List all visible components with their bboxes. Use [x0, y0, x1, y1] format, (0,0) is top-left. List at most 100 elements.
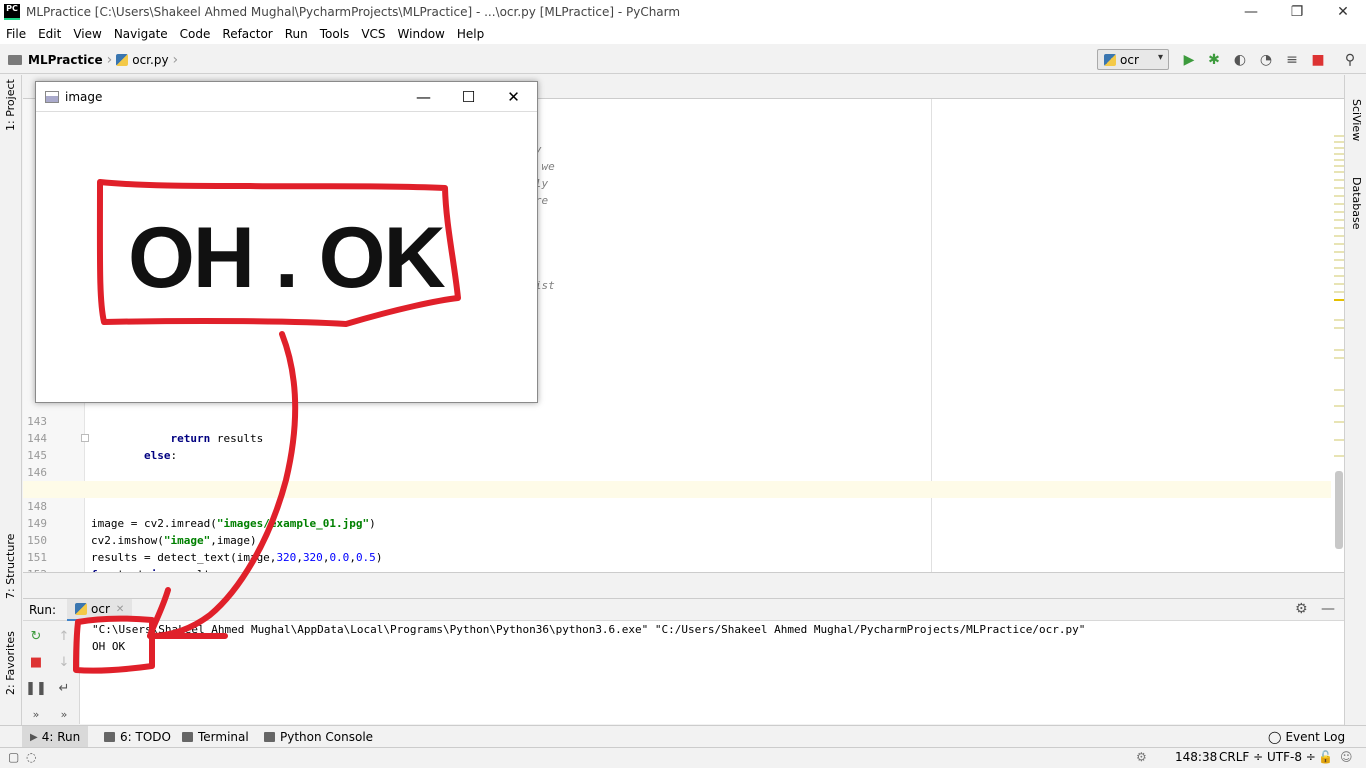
python-console-icon [264, 732, 275, 742]
more-icon[interactable]: » [55, 705, 73, 723]
menu-refactor[interactable]: Refactor [216, 27, 278, 41]
python-file-icon [1104, 53, 1116, 66]
settings-icon[interactable]: ⚙ [1136, 750, 1147, 764]
inspector-icon[interactable]: ☺ [1340, 750, 1353, 764]
search-icon[interactable]: ⚲ [1340, 50, 1360, 70]
close-tab-icon[interactable]: ✕ [116, 604, 124, 615]
favorites-tool-tab[interactable]: 2: Favorites [4, 631, 17, 695]
python-file-icon [75, 603, 87, 615]
run-panel-header: Run: ocr ✕ ⚙ — [23, 598, 1344, 621]
menu-edit[interactable]: Edit [32, 27, 67, 41]
breadcrumb-file[interactable]: ocr.py [132, 53, 168, 67]
chevron-right-icon: › [106, 51, 113, 68]
debug-icon[interactable]: ✱ [1204, 50, 1224, 70]
rerun-icon[interactable]: ↻ [27, 627, 45, 645]
status-bar: ▢ ◌ ⚙ 148:38 CRLF ÷ UTF-8 ÷ 🔓 ☺ [0, 747, 1366, 768]
code-line: 152 print(text) [23, 549, 1331, 572]
console-output-line: OH OK [92, 640, 126, 653]
run-configuration-value: ocr [1120, 52, 1139, 67]
image-window-title: image [65, 89, 103, 104]
code-line-current: 148 image = cv2.imread("images/example_0… [23, 481, 1331, 530]
run-panel-toolbar: ↻ ↑ ■ ↓ ❚❚ ↵ » » [23, 621, 80, 724]
menu-file[interactable]: File [0, 27, 32, 41]
menu-bar: File Edit View Navigate Code Refactor Ru… [0, 24, 1366, 44]
structure-tool-tab[interactable]: 7: Structure [4, 534, 17, 599]
refresh-icon: ◌ [26, 750, 37, 764]
menu-tools[interactable]: Tools [314, 27, 356, 41]
code-line: 150 results = detect_text(image,320,320,… [27, 534, 383, 564]
code-line: 144 else: [27, 432, 178, 462]
line-separator[interactable]: CRLF ÷ [1219, 750, 1263, 764]
tab-event-log[interactable]: ◯ Event Log [1268, 726, 1345, 748]
profile-icon[interactable]: ◔ [1256, 50, 1276, 70]
sciview-tool-tab[interactable]: SciView [1350, 99, 1363, 141]
image-close-button[interactable]: ✕ [491, 82, 536, 112]
menu-navigate[interactable]: Navigate [108, 27, 174, 41]
code-line: 145 return 0 [23, 430, 1331, 496]
menu-window[interactable]: Window [392, 27, 451, 41]
restore-button[interactable]: ❐ [1274, 0, 1320, 24]
breadcrumb-project[interactable]: MLPractice [28, 53, 103, 67]
layout-icon[interactable]: ▢ [8, 750, 19, 764]
database-tool-tab[interactable]: Database [1350, 177, 1363, 230]
pause-icon[interactable]: ❚❚ [25, 679, 47, 697]
gear-icon[interactable]: ⚙ [1295, 601, 1308, 617]
navigation-bar: MLPractice › ocr.py › ocr ▾ ▶ ✱ ◐ ◔ ≡ ■ … [0, 46, 1366, 74]
run-console[interactable]: "C:\Users\Shakeel Ahmed Mughal\AppData\L… [80, 621, 1344, 724]
menu-view[interactable]: View [67, 27, 107, 41]
stop-icon[interactable]: ■ [27, 653, 45, 671]
bottom-tool-tabs: ▶ 4: Run 6: TODO Terminal Python Console… [0, 725, 1366, 748]
run-tab-label: ocr [91, 602, 110, 616]
run-tab-ocr[interactable]: ocr ✕ [67, 599, 133, 621]
menu-vcs[interactable]: VCS [355, 27, 391, 41]
close-button[interactable]: ✕ [1320, 0, 1366, 24]
tab-terminal[interactable]: Terminal [182, 726, 249, 748]
soft-wrap-icon[interactable]: ↵ [55, 679, 73, 697]
concurrency-icon[interactable]: ≡ [1282, 50, 1302, 70]
caret-position[interactable]: 148:38 [1175, 750, 1217, 764]
event-log-icon: ◯ [1268, 730, 1282, 744]
minimize-button[interactable]: — [1228, 0, 1274, 24]
run-panel-label: Run: [29, 603, 57, 617]
image-window-titlebar[interactable]: image — ☐ ✕ [36, 82, 537, 112]
stop-button[interactable]: ■ [1308, 50, 1328, 70]
right-tool-strip: SciView Database [1344, 75, 1366, 725]
window-title: MLPractice [C:\Users\Shakeel Ahmed Mugha… [26, 5, 681, 19]
code-line: 149 cv2.imshow("image",image) [27, 517, 257, 547]
code-line: 151 for text in results: [27, 551, 223, 572]
fold-marker-icon[interactable] [81, 434, 89, 442]
menu-run[interactable]: Run [279, 27, 314, 41]
project-tool-tab[interactable]: 1: Project [4, 79, 17, 131]
more-icon[interactable]: » [27, 705, 45, 723]
editor-scrollbar[interactable] [1334, 99, 1344, 572]
arrow-down-icon[interactable]: ↓ [55, 653, 73, 671]
code-line: 147 [23, 464, 1331, 496]
image-window-icon [45, 90, 59, 103]
menu-code[interactable]: Code [174, 27, 217, 41]
tab-run[interactable]: ▶ 4: Run [22, 726, 89, 748]
image-window[interactable]: image — ☐ ✕ OH . OK [35, 81, 538, 403]
code-line: 146 [27, 466, 47, 479]
editor-scroll-thumb[interactable] [1335, 471, 1343, 549]
file-encoding[interactable]: UTF-8 ÷ [1267, 750, 1316, 764]
run-button[interactable]: ▶ [1179, 50, 1199, 70]
console-command-line: "C:\Users\Shakeel Ahmed Mughal\AppData\L… [92, 623, 1086, 636]
terminal-icon [182, 732, 193, 742]
coverage-icon[interactable]: ◐ [1230, 50, 1250, 70]
arrow-up-icon[interactable]: ↑ [55, 627, 73, 645]
chevron-right-icon: › [172, 51, 179, 68]
breadcrumb: MLPractice › ocr.py › [0, 52, 182, 68]
python-file-icon [116, 53, 129, 66]
run-configuration-select[interactable]: ocr ▾ [1097, 49, 1169, 70]
pycharm-logo-icon: PC [4, 4, 20, 20]
image-canvas: OH . OK [36, 113, 537, 402]
image-minimize-button[interactable]: — [401, 82, 446, 112]
lock-icon[interactable]: 🔓 [1318, 750, 1333, 764]
tab-python-console[interactable]: Python Console [264, 726, 373, 748]
image-maximize-button[interactable]: ☐ [446, 82, 491, 112]
menu-help[interactable]: Help [451, 27, 490, 41]
hide-panel-icon[interactable]: — [1321, 601, 1335, 617]
title-bar: PC MLPractice [C:\Users\Shakeel Ahmed Mu… [0, 0, 1366, 24]
run-icon: ▶ [30, 731, 38, 743]
tab-todo[interactable]: 6: TODO [104, 726, 171, 748]
